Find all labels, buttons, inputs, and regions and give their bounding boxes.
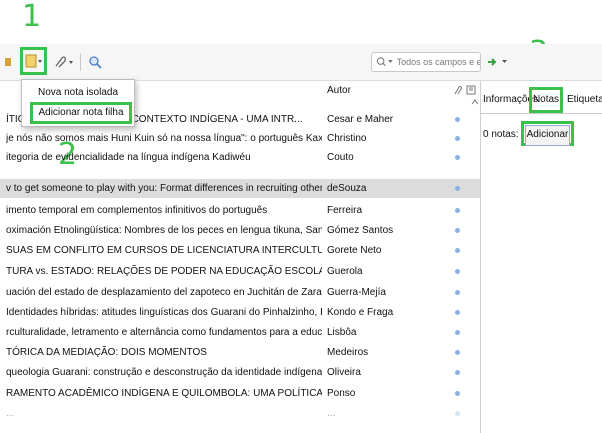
item-author: Guerra-Mejía — [327, 287, 386, 298]
note-menu: Nova nota isolada Adicionar nota filha — [21, 79, 135, 127]
item-author: Lisbôa — [327, 327, 357, 338]
paperclip-icon — [55, 56, 73, 68]
note-dot-icon — [455, 411, 460, 416]
magnifier-icon — [89, 56, 102, 69]
item-title: TÓRICA DA MEDIAÇÃO: DOIS MOMENTOS — [6, 347, 207, 358]
note-dot-icon — [455, 228, 460, 233]
search-field[interactable]: Todos os campos e eti — [371, 52, 481, 72]
item-title: Identidades híbridas: atitudes linguísti… — [6, 307, 322, 318]
table-row[interactable]: uación del estado de desplazamiento del … — [0, 283, 480, 302]
item-author: Cesar e Maher — [327, 114, 394, 125]
note-icon — [25, 54, 42, 68]
table-row[interactable]: oximación Etnolingüística: Nombres de lo… — [0, 221, 480, 240]
new-note-button[interactable] — [20, 47, 47, 75]
add-note-button[interactable]: Adicionar — [525, 125, 570, 146]
toolbar-divider — [80, 53, 81, 71]
table-row[interactable]: itegoria de evidencialidade na língua in… — [0, 148, 480, 167]
item-author: Oliveira — [327, 367, 361, 378]
item-title: queologia Guarani: construção e desconst… — [6, 367, 322, 378]
item-title: uación del estado de desplazamiento del … — [6, 287, 322, 298]
note-dot-icon — [455, 186, 460, 191]
item-title: v to get someone to play with you: Forma… — [6, 183, 322, 194]
table-row[interactable]: TURA vs. ESTADO: RELAÇÕES DE PODER NA ED… — [0, 262, 480, 281]
note-dot-icon — [455, 330, 460, 335]
tab-tags[interactable]: Etiquetas — [567, 90, 602, 110]
items-list: Autor ÍTICA DE IDENTIDADE EM CONTEXTO IN… — [0, 81, 480, 433]
locate-icon — [488, 58, 507, 66]
item-title: TURA vs. ESTADO: RELAÇÕES DE PODER NA ED… — [6, 266, 322, 277]
note-dot-icon — [455, 269, 460, 274]
item-author: Christino — [327, 133, 367, 144]
notes-count: 0 notas: — [483, 129, 519, 140]
note-dot-icon — [455, 290, 460, 295]
item-title: RAMENTO ACADÊMICO INDÍGENA E QUILOMBOLA:… — [6, 388, 322, 399]
advanced-search-button[interactable] — [86, 50, 104, 74]
search-input[interactable]: Todos os campos e eti — [397, 57, 480, 67]
item-author: Gorete Neto — [327, 245, 382, 256]
note-dot-icon — [455, 117, 460, 122]
locate-button[interactable] — [484, 50, 518, 74]
tab-notes-label: Notas — [532, 94, 560, 105]
attachment-button[interactable] — [51, 50, 77, 74]
menu-item-label: Adicionar nota filha — [38, 107, 124, 118]
callout-1: 1 — [22, 0, 42, 34]
note-dot-icon — [455, 155, 460, 160]
note-dot-icon — [455, 391, 460, 396]
search-icon — [376, 57, 393, 67]
table-row[interactable]: Identidades híbridas: atitudes linguísti… — [0, 303, 480, 322]
table-row[interactable]: TÓRICA DA MEDIAÇÃO: DOIS MOMENTOS Medeir… — [0, 343, 480, 362]
menu-item-add-child-note[interactable]: Adicionar nota filha — [30, 102, 132, 124]
item-author: Ferreira — [327, 205, 363, 216]
note-dot-icon — [455, 136, 460, 141]
table-row[interactable]: queologia Guarani: construção e desconst… — [0, 363, 480, 382]
tabs-underline — [481, 113, 602, 114]
item-author: ... — [327, 408, 336, 419]
item-author: Gómez Santos — [327, 225, 394, 236]
toolbar-partial-icon[interactable] — [2, 50, 16, 74]
item-pane: Informações Notas Etiquetas 0 notas: Adi… — [481, 81, 602, 433]
note-dot-icon — [455, 310, 460, 315]
tab-notes[interactable]: Notas — [529, 87, 563, 113]
item-title: imento temporal em complementos infiniti… — [6, 205, 268, 216]
item-author: deSouza — [327, 183, 367, 194]
list-scrollbar[interactable] — [470, 94, 480, 433]
item-author: Guerola — [327, 266, 363, 277]
table-row[interactable]: imento temporal em complementos infiniti… — [0, 201, 480, 220]
item-author: Kondo e Fraga — [327, 307, 394, 318]
menu-item-new-standalone-note[interactable]: Nova nota isolada — [22, 84, 134, 102]
table-row[interactable]: SUAS EM CONFLITO EM CURSOS DE LICENCIATU… — [0, 241, 480, 260]
table-row[interactable]: ... ... — [0, 404, 480, 423]
item-author: Ponso — [327, 388, 356, 399]
table-row-selected[interactable]: v to get someone to play with you: Forma… — [0, 179, 480, 198]
note-dot-icon — [455, 208, 460, 213]
add-note-highlight: Adicionar — [521, 121, 574, 146]
item-title: je nós não somos mais Huni Kuin só na no… — [6, 133, 322, 144]
item-author: Medeiros — [327, 347, 369, 358]
note-dot-icon — [455, 350, 460, 355]
table-row[interactable]: rculturalidade, letramento e alternância… — [0, 323, 480, 342]
item-title: rculturalidade, letramento e alternância… — [6, 327, 322, 338]
table-row[interactable]: je nós não somos mais Huni Kuin só na no… — [0, 129, 480, 148]
tab-info[interactable]: Informações — [483, 90, 538, 110]
note-dot-icon — [455, 248, 460, 253]
table-row[interactable]: RAMENTO ACADÊMICO INDÍGENA E QUILOMBOLA:… — [0, 384, 480, 403]
item-title: SUAS EM CONFLITO EM CURSOS DE LICENCIATU… — [6, 245, 322, 256]
column-header-author[interactable]: Autor — [327, 85, 351, 96]
partial-icon — [5, 58, 11, 66]
note-dot-icon — [455, 370, 460, 375]
scroll-up-icon — [471, 99, 479, 105]
item-title: ... — [6, 408, 15, 419]
item-title: itegoria de evidencialidade na língua in… — [6, 152, 251, 163]
item-title: oximación Etnolingüística: Nombres de lo… — [6, 225, 322, 236]
item-author: Couto — [327, 152, 354, 163]
